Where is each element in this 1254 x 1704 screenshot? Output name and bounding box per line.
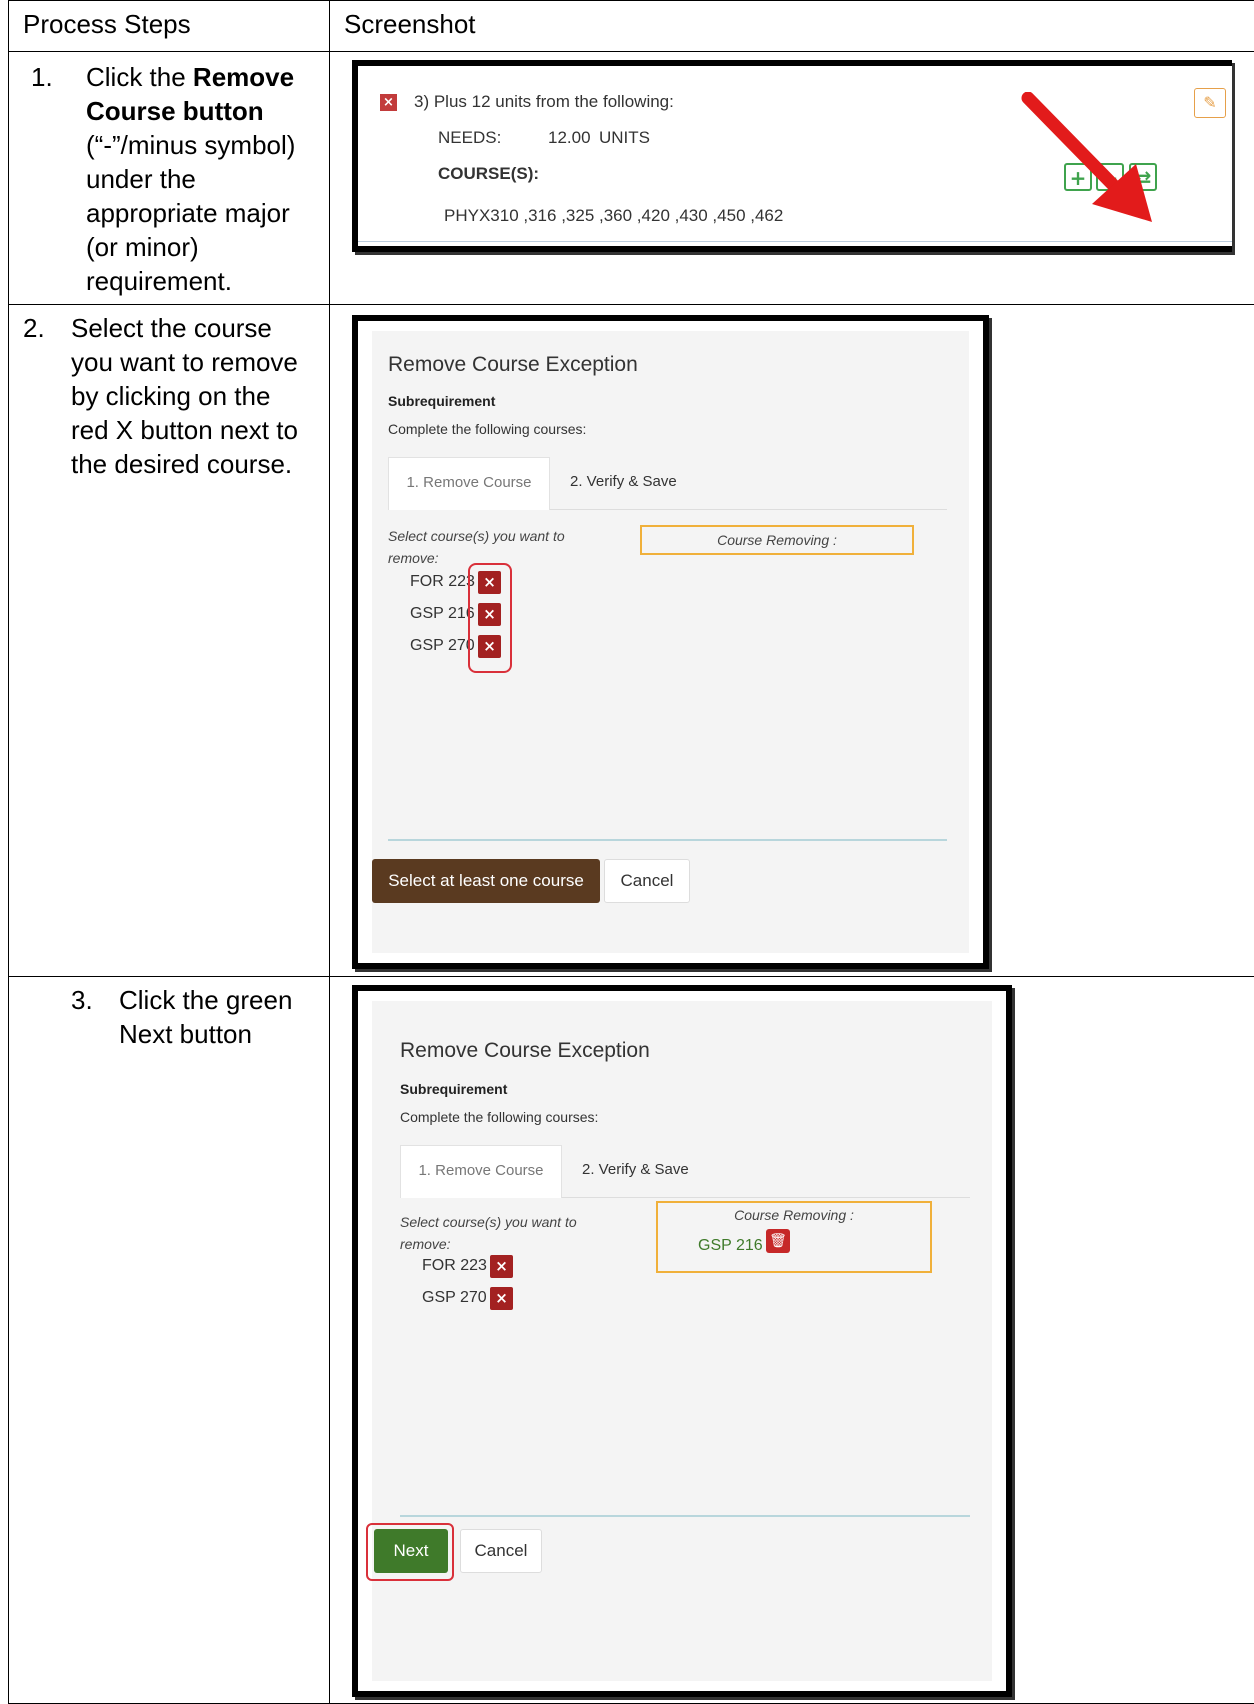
step-row-2: 2. Select the course you want to remove …: [9, 305, 1254, 977]
units-label: UNITS: [599, 128, 650, 148]
step-1-screenshot-cell: × 3) Plus 12 units from the following: N…: [330, 52, 1254, 305]
step-text: (“-”/minus symbol) under the appropriate…: [86, 130, 295, 296]
subrequirement-label: Subrequirement: [388, 393, 495, 409]
step-2-cell: 2. Select the course you want to remove …: [9, 305, 330, 977]
cancel-button[interactable]: Cancel: [460, 1529, 542, 1573]
process-table: Process Steps Screenshot 1. Click the Re…: [8, 0, 1254, 1704]
step-text: Click the green Next button: [119, 985, 292, 1049]
header-row: Process Steps Screenshot: [9, 1, 1254, 52]
dialog-title: Remove Course Exception: [388, 353, 638, 377]
remove-course-dialog: Remove Course Exception Subrequirement C…: [352, 315, 989, 969]
remove-x-icon[interactable]: ×: [490, 1255, 513, 1278]
tab-remove-course[interactable]: 1. Remove Course: [400, 1145, 562, 1198]
trash-icon[interactable]: 🗑: [766, 1229, 790, 1253]
step-text: Click the: [86, 62, 193, 92]
course-label: GSP 270: [410, 637, 475, 655]
step-text: Select the course you want to remove by …: [71, 313, 298, 479]
step-number: 3.: [71, 983, 93, 1017]
tab-remove-course[interactable]: 1. Remove Course: [388, 457, 550, 510]
remove-x-icon[interactable]: ×: [490, 1287, 513, 1310]
edit-pencil-icon[interactable]: ✎: [1194, 88, 1226, 118]
dialog-panel: Remove Course Exception Subrequirement C…: [372, 1001, 992, 1681]
next-button[interactable]: Next: [374, 1529, 448, 1573]
header-screenshot: Screenshot: [330, 1, 1254, 52]
red-arrow-icon: [1020, 92, 1160, 222]
tab-verify-save[interactable]: 2. Verify & Save: [582, 1161, 689, 1178]
remove-course-dialog: Remove Course Exception Subrequirement C…: [352, 985, 1012, 1697]
cancel-button[interactable]: Cancel: [604, 859, 690, 903]
complete-text: Complete the following courses:: [388, 421, 586, 437]
subrequirement-label: Subrequirement: [400, 1081, 507, 1097]
step-number: 1.: [31, 60, 53, 94]
needs-label: NEEDS:: [438, 128, 501, 148]
divider: [358, 241, 1232, 242]
divider: [400, 1515, 970, 1517]
header-process-steps: Process Steps: [9, 1, 330, 52]
course-label: GSP 270: [422, 1289, 487, 1307]
step-number: 2.: [23, 311, 45, 345]
step-row-1: 1. Click the Remove Course button (“-”/m…: [9, 52, 1254, 305]
removing-course-label: GSP 216: [698, 1237, 763, 1255]
step-2-screenshot-cell: Remove Course Exception Subrequirement C…: [330, 305, 1254, 977]
tab-verify-save[interactable]: 2. Verify & Save: [570, 473, 677, 490]
complete-text: Complete the following courses:: [400, 1109, 598, 1125]
course-label: FOR 223: [410, 573, 475, 591]
select-course-button[interactable]: Select at least one course: [372, 859, 600, 903]
dialog-panel: Remove Course Exception Subrequirement C…: [372, 331, 969, 953]
remove-requirement-icon[interactable]: ×: [380, 94, 397, 111]
course-removing-box: Course Removing :: [640, 525, 914, 555]
step-1-cell: 1. Click the Remove Course button (“-”/m…: [9, 52, 330, 305]
course-removing-label: Course Removing :: [734, 1207, 854, 1223]
course-list: PHYX310 ,316 ,325 ,360 ,420 ,430 ,450 ,4…: [444, 206, 783, 226]
divider: [388, 839, 947, 841]
step-row-3: 3. Click the green Next button Remove Co…: [9, 977, 1254, 1704]
highlight-ring: [468, 563, 512, 673]
step-3-screenshot-cell: Remove Course Exception Subrequirement C…: [330, 977, 1254, 1704]
course-label: FOR 223: [422, 1257, 487, 1275]
instruction-text: Select course(s) you want to remove:: [400, 1211, 610, 1255]
requirement-line: 3) Plus 12 units from the following:: [414, 92, 674, 112]
needs-value: 12.00: [548, 128, 591, 148]
step-3-cell: 3. Click the green Next button: [9, 977, 330, 1704]
courses-label: COURSE(S):: [438, 164, 539, 184]
course-label: GSP 216: [410, 605, 475, 623]
dialog-title: Remove Course Exception: [400, 1039, 650, 1063]
